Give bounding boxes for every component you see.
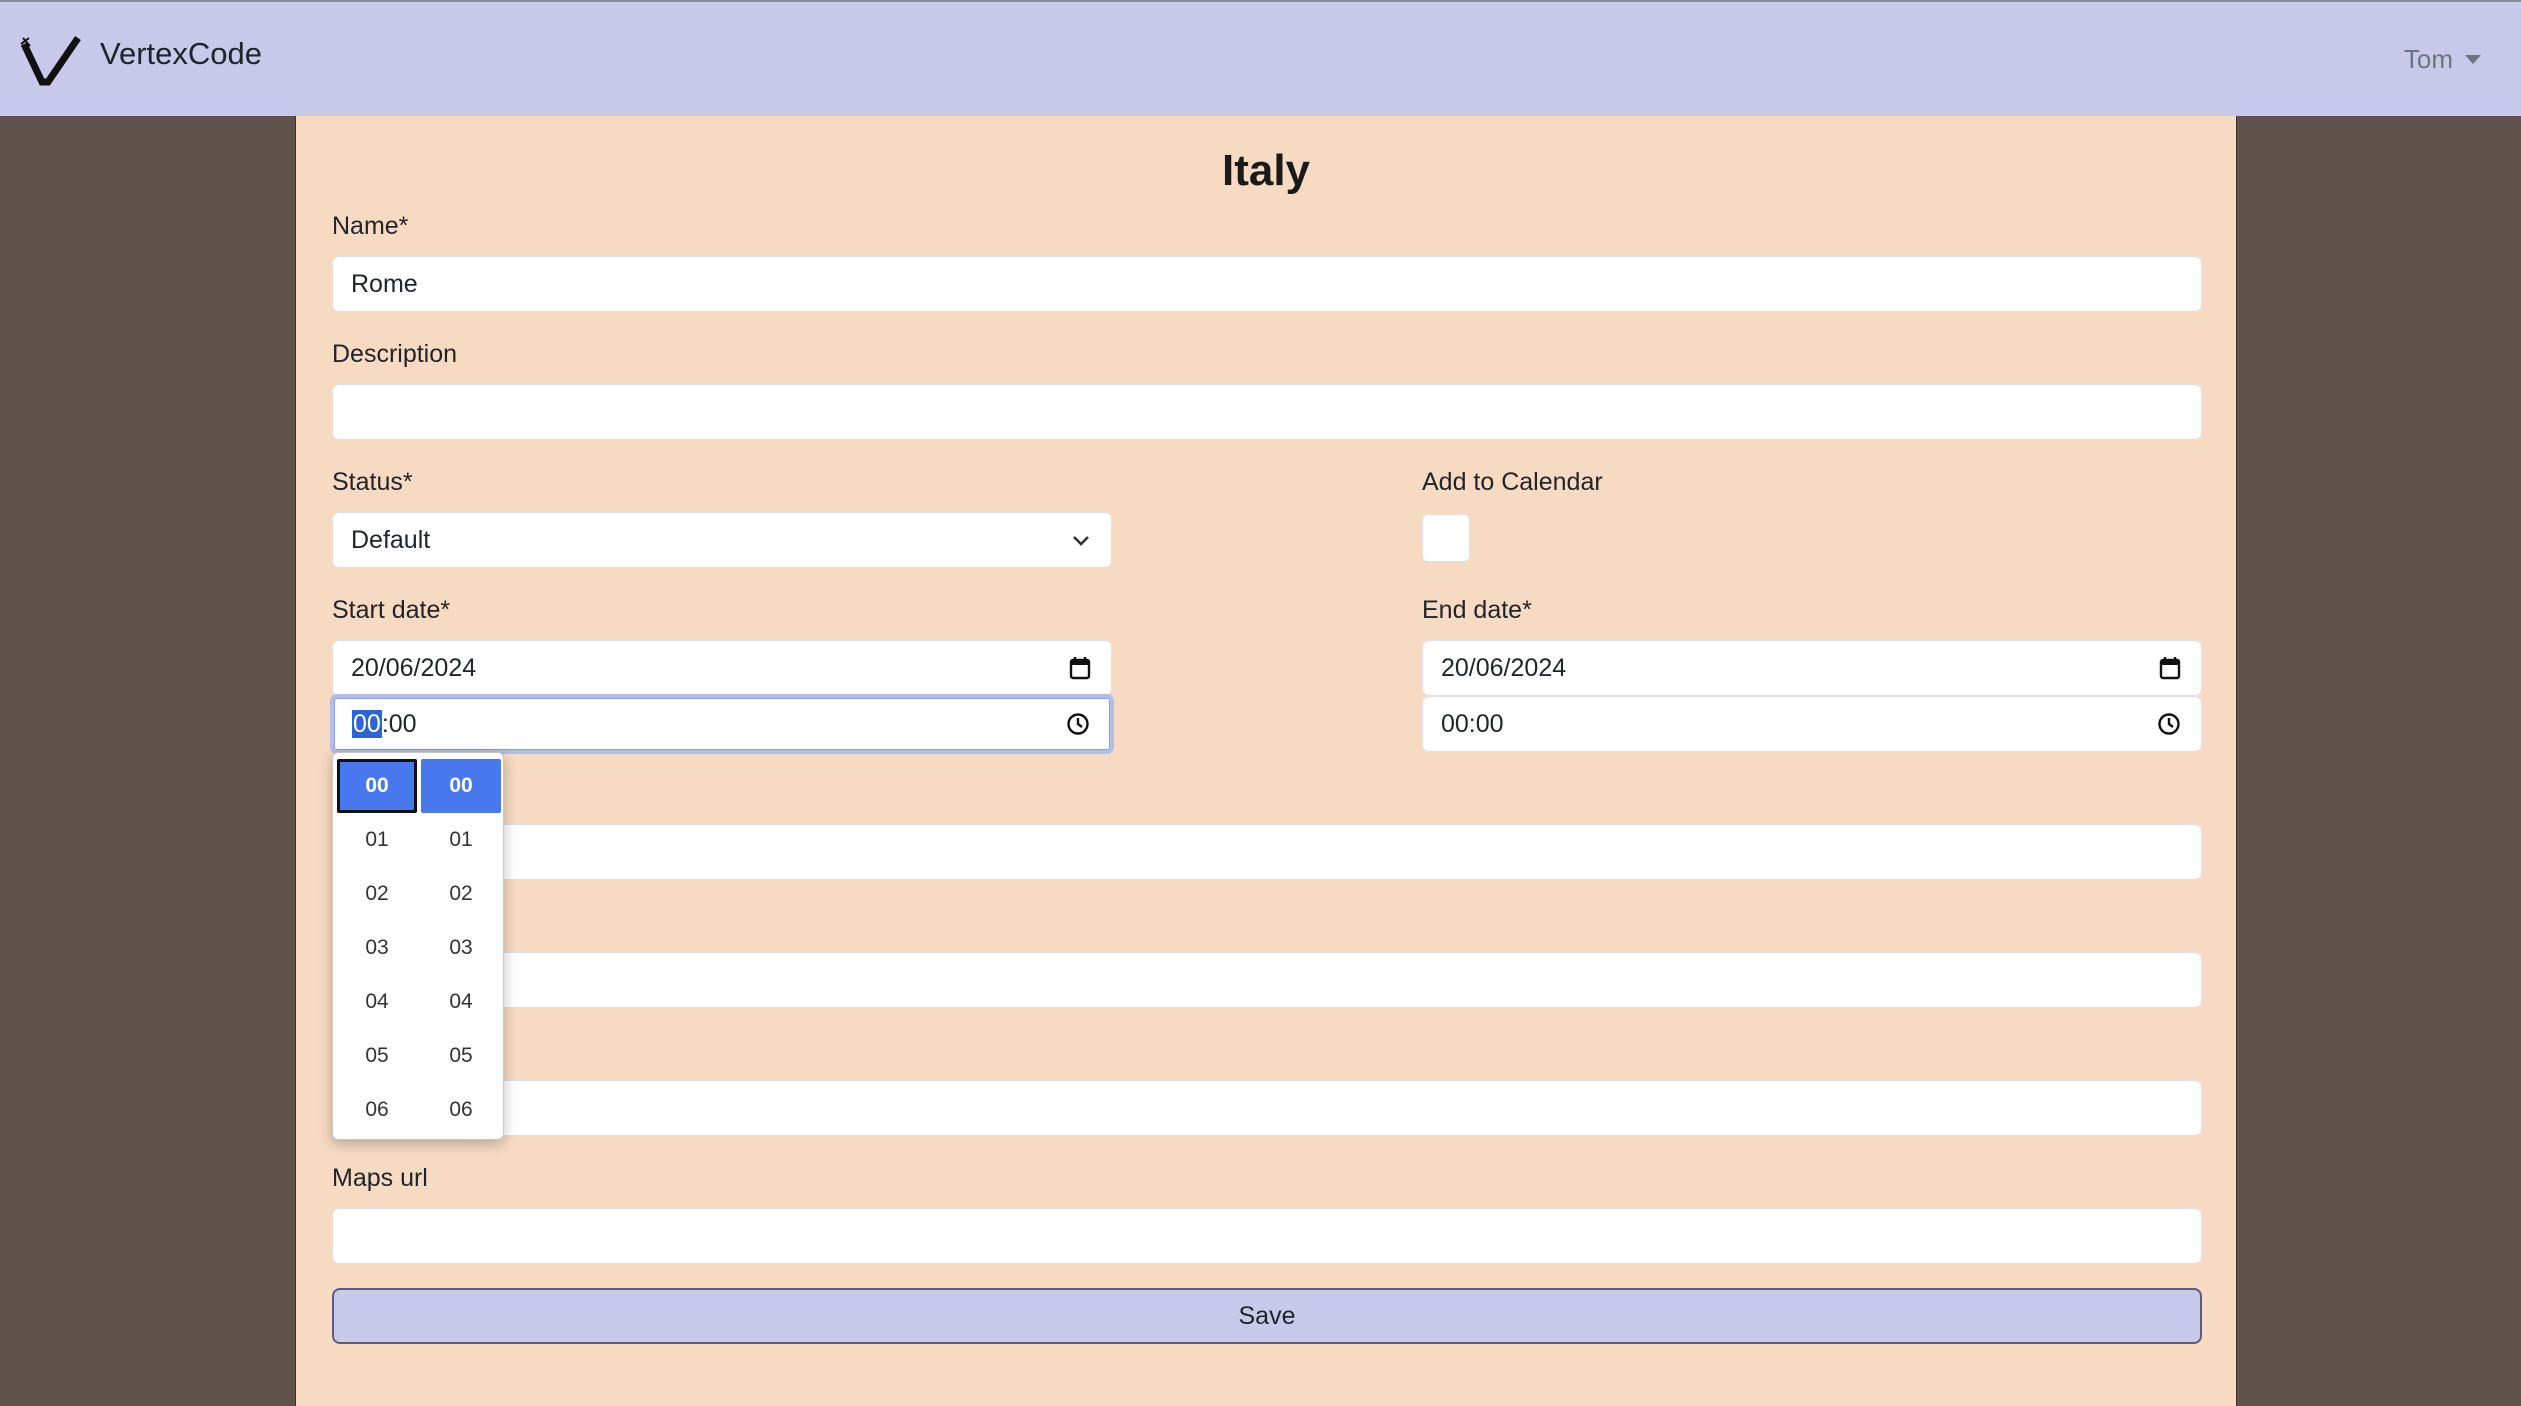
hour-option[interactable]: 00 — [337, 759, 417, 813]
hour-option[interactable]: 01 — [337, 813, 417, 867]
navbar: VertexCode Tom — [0, 0, 2521, 116]
minute-option[interactable]: 05 — [421, 1029, 501, 1083]
minute-option[interactable]: 01 — [421, 813, 501, 867]
end-date-input[interactable]: 20/06/2024 — [1422, 640, 2202, 696]
minute-option[interactable]: 06 — [421, 1083, 501, 1137]
start-time-input[interactable]: 00:00 — [330, 694, 1114, 754]
chevron-down-icon — [1073, 536, 1089, 546]
name-label: Name* — [332, 212, 409, 240]
minute-column[interactable]: 00 01 02 03 04 05 06 — [421, 759, 501, 1137]
start-time-value: 00:00 — [352, 709, 417, 739]
user-name[interactable]: Tom — [2404, 44, 2453, 75]
name-input[interactable]: Rome — [332, 256, 2202, 312]
form-card: Italy Name* Rome Description Status* Def… — [295, 116, 2237, 1406]
end-time-input[interactable]: 00:00 — [1422, 696, 2202, 752]
start-time-minute-segment[interactable]: :00 — [382, 710, 417, 738]
minute-option[interactable]: 03 — [421, 921, 501, 975]
hour-option[interactable]: 06 — [337, 1083, 417, 1137]
name-value: Rome — [351, 269, 418, 298]
time-picker-popup: 00 01 02 03 04 05 06 00 01 02 03 04 05 0… — [332, 752, 504, 1140]
maps-url-input[interactable] — [332, 1208, 2202, 1264]
user-menu[interactable]: Tom — [2404, 44, 2481, 75]
hour-option[interactable]: 04 — [337, 975, 417, 1029]
hour-option[interactable]: 03 — [337, 921, 417, 975]
calendar-icon[interactable] — [1069, 656, 1091, 680]
minute-option[interactable]: 02 — [421, 867, 501, 921]
add-to-calendar-checkbox[interactable] — [1422, 514, 1470, 562]
add-to-calendar-label: Add to Calendar — [1422, 468, 1603, 496]
start-date-value: 20/06/2024 — [351, 653, 477, 682]
save-button[interactable]: Save — [332, 1288, 2202, 1344]
caret-down-icon[interactable] — [2465, 55, 2481, 64]
page-title: Italy — [1221, 146, 1311, 195]
start-time-hour-segment[interactable]: 00 — [352, 709, 382, 738]
clock-icon[interactable] — [2157, 712, 2181, 736]
start-date-label: Start date* — [332, 596, 451, 624]
end-time-value: 00:00 — [1441, 709, 1504, 738]
end-date-label: End date* — [1422, 596, 1532, 624]
calendar-icon[interactable] — [2159, 656, 2181, 680]
hour-option[interactable]: 05 — [337, 1029, 417, 1083]
description-label: Description — [332, 340, 458, 368]
maps-url-label: Maps url — [332, 1164, 428, 1192]
hour-option[interactable]: 02 — [337, 867, 417, 921]
description-input[interactable] — [332, 384, 2202, 440]
hidden-field-1-input[interactable] — [332, 824, 2202, 880]
status-value: Default — [351, 525, 431, 554]
hidden-field-2-input[interactable] — [332, 952, 2202, 1008]
hidden-field-3-input[interactable] — [332, 1080, 2202, 1136]
minute-option[interactable]: 00 — [421, 759, 501, 813]
hour-column[interactable]: 00 01 02 03 04 05 06 — [337, 759, 417, 1137]
end-date-value: 20/06/2024 — [1441, 653, 1567, 682]
brand-name[interactable]: VertexCode — [100, 36, 262, 72]
start-date-input[interactable]: 20/06/2024 — [332, 640, 1112, 696]
status-label: Status* — [332, 468, 413, 496]
status-select[interactable]: Default — [332, 512, 1112, 568]
minute-option[interactable]: 04 — [421, 975, 501, 1029]
vertexcode-logo[interactable] — [20, 34, 84, 88]
clock-icon[interactable] — [1066, 712, 1090, 736]
